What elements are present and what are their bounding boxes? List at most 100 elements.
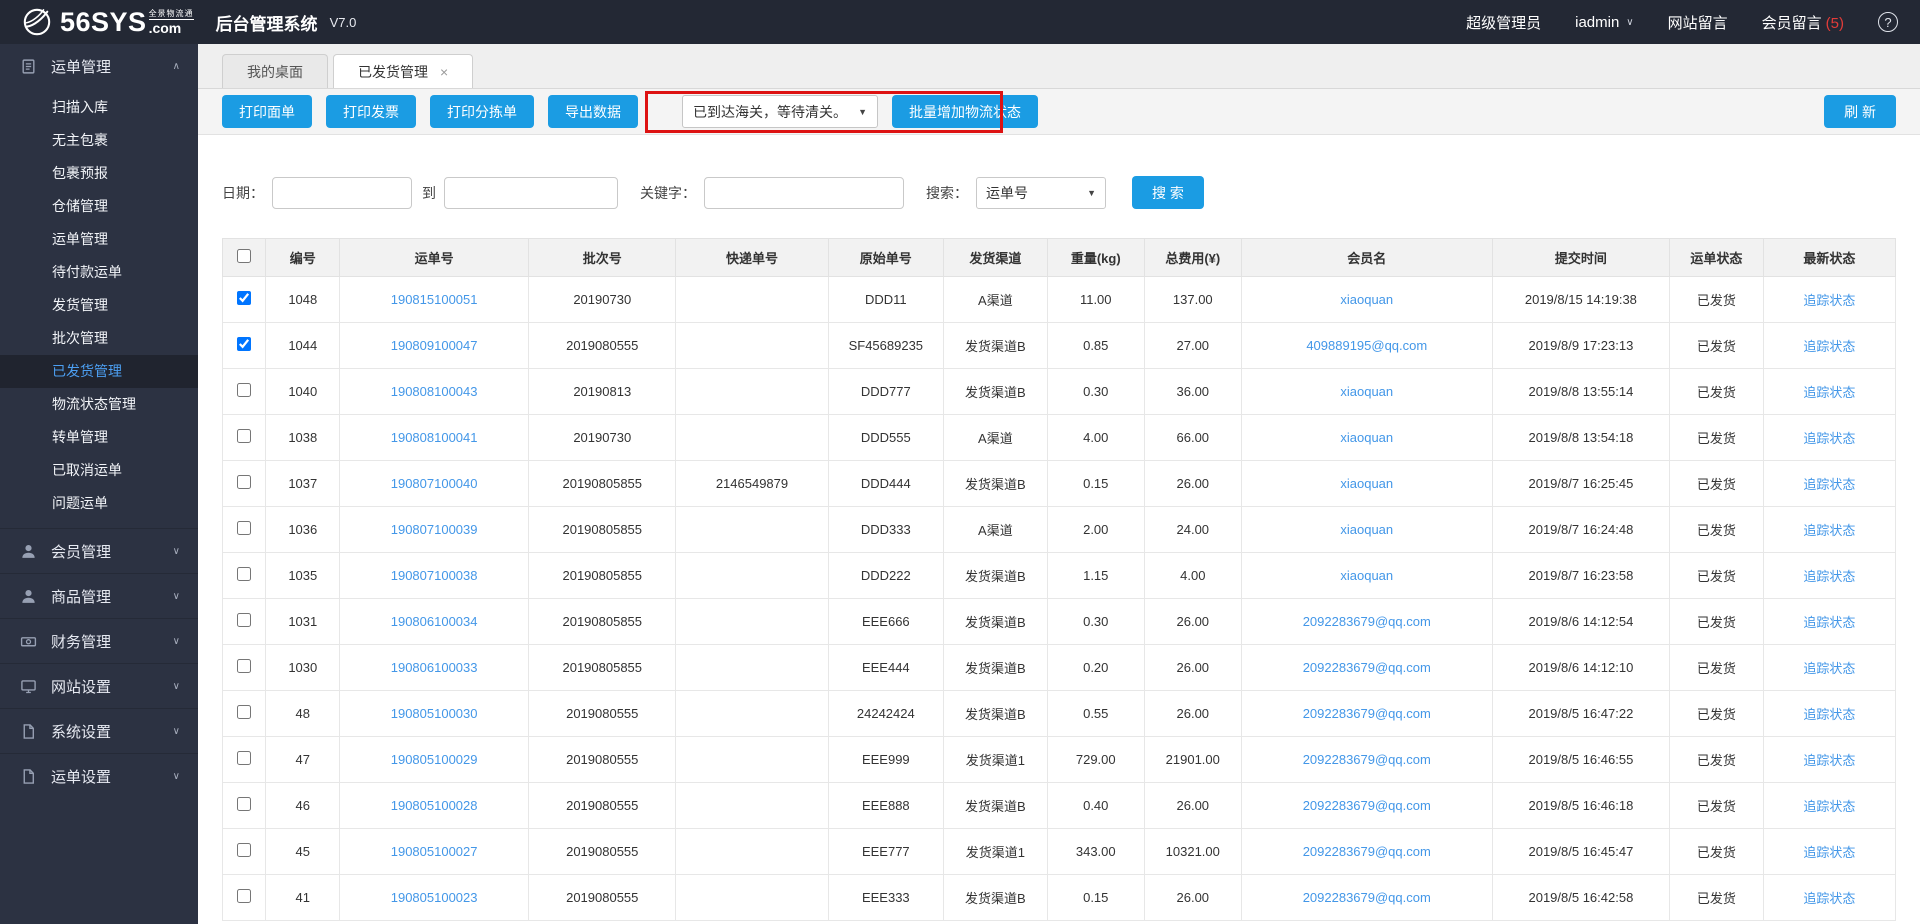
row-checkbox[interactable] [237, 705, 252, 719]
waybill-link[interactable]: 190807100038 [391, 568, 478, 583]
member-link[interactable]: 2092283679@qq.com [1303, 660, 1431, 675]
tracking-link[interactable]: 追踪状态 [1803, 385, 1855, 400]
tab-已发货管理[interactable]: 已发货管理 × [333, 54, 474, 88]
refresh-button[interactable]: 刷 新 [1824, 95, 1896, 128]
waybill-link[interactable]: 190806100034 [391, 614, 478, 629]
cell-submit-time: 2019/8/6 14:12:54 [1491, 598, 1671, 645]
row-checkbox[interactable] [237, 613, 252, 627]
member-link[interactable]: 2092283679@qq.com [1303, 890, 1431, 905]
row-checkbox[interactable] [237, 843, 252, 857]
sidebar-item[interactable]: 运单管理 [0, 223, 198, 256]
toolbar-button[interactable]: 打印分拣单 [430, 95, 534, 128]
sidebar-item[interactable]: 仓储管理 [0, 190, 198, 223]
search-button[interactable]: 搜 索 [1132, 176, 1204, 209]
member-link[interactable]: xiaoquan [1340, 292, 1393, 307]
row-checkbox[interactable] [237, 475, 252, 489]
tracking-link[interactable]: 追踪状态 [1803, 339, 1855, 354]
sidebar-item[interactable]: 已取消运单 [0, 454, 198, 487]
row-checkbox[interactable] [237, 889, 252, 903]
member-link[interactable]: xiaoquan [1340, 568, 1393, 583]
tracking-link[interactable]: 追踪状态 [1803, 523, 1855, 538]
tracking-link[interactable]: 追踪状态 [1803, 293, 1855, 308]
date-from-input[interactable] [272, 176, 412, 209]
sidebar-item[interactable]: 批次管理 [0, 322, 198, 355]
member-link[interactable]: 2092283679@qq.com [1303, 614, 1431, 629]
close-icon[interactable]: × [440, 65, 448, 79]
sidebar-item[interactable]: 扫描入库 [0, 91, 198, 124]
row-checkbox[interactable] [237, 797, 252, 811]
waybill-link[interactable]: 190805100028 [391, 798, 478, 813]
waybill-link[interactable]: 190807100040 [391, 476, 478, 491]
row-checkbox[interactable] [237, 751, 252, 765]
tracking-link[interactable]: 追踪状态 [1803, 845, 1855, 860]
sidebar-group-header-site-settings[interactable]: 网站设置 ∨ [0, 663, 198, 708]
tracking-link[interactable]: 追踪状态 [1803, 753, 1855, 768]
sidebar-item[interactable]: 物流状态管理 [0, 388, 198, 421]
select-all-checkbox[interactable] [237, 249, 252, 263]
sidebar-item[interactable]: 包裹预报 [0, 157, 198, 190]
logistics-status-select[interactable]: 已到达海关，等待清关。 ▼ [682, 95, 878, 128]
sidebar-group-header-waybill-settings[interactable]: 运单设置 ∨ [0, 753, 198, 798]
sidebar-item[interactable]: 发货管理 [0, 289, 198, 322]
tracking-link[interactable]: 追踪状态 [1803, 891, 1855, 906]
sidebar-group-header-finance-management[interactable]: 财务管理 ∨ [0, 618, 198, 663]
row-checkbox[interactable] [237, 659, 252, 673]
date-to-input[interactable] [444, 176, 618, 209]
toolbar: 打印面单 打印发票 打印分拣单 导出数据 已到达海关，等待清关。 ▼ 批量增加物流状态… [198, 89, 1920, 135]
member-link[interactable]: 2092283679@qq.com [1303, 706, 1431, 721]
member-link[interactable]: xiaoquan [1340, 430, 1393, 445]
waybill-link[interactable]: 190807100039 [391, 522, 478, 537]
member-link[interactable]: 2092283679@qq.com [1303, 798, 1431, 813]
tracking-link[interactable]: 追踪状态 [1803, 477, 1855, 492]
user-menu[interactable]: iadmin ∨ [1575, 14, 1634, 31]
member-link[interactable]: 2092283679@qq.com [1303, 752, 1431, 767]
row-checkbox[interactable] [237, 337, 252, 351]
sidebar-item[interactable]: 无主包裹 [0, 124, 198, 157]
row-checkbox[interactable] [237, 383, 252, 397]
search-type-select[interactable]: 运单号 ▼ [976, 176, 1106, 209]
member-link[interactable]: 409889195@qq.com [1306, 338, 1427, 353]
sidebar-group-header-product-management[interactable]: 商品管理 ∨ [0, 573, 198, 618]
sidebar-item[interactable]: 已发货管理 [0, 355, 198, 388]
waybill-link[interactable]: 190815100051 [391, 292, 478, 307]
waybill-link[interactable]: 190805100029 [391, 752, 478, 767]
tracking-link[interactable]: 追踪状态 [1803, 569, 1855, 584]
waybill-link[interactable]: 190806100033 [391, 660, 478, 675]
toolbar-button[interactable]: 导出数据 [548, 95, 638, 128]
member-link[interactable]: xiaoquan [1340, 384, 1393, 399]
waybill-link[interactable]: 190805100027 [391, 844, 478, 859]
toolbar-button[interactable]: 打印发票 [326, 95, 416, 128]
chevron-down-icon: ∨ [172, 545, 180, 557]
tracking-link[interactable]: 追踪状态 [1803, 661, 1855, 676]
waybill-link[interactable]: 190808100041 [391, 430, 478, 445]
batch-add-status-button[interactable]: 批量增加物流状态 [892, 95, 1038, 128]
tracking-link[interactable]: 追踪状态 [1803, 431, 1855, 446]
help-icon[interactable]: ? [1878, 12, 1898, 32]
row-checkbox[interactable] [237, 429, 252, 443]
sidebar-group-header-waybill-management[interactable]: 运单管理 ∧ [0, 44, 198, 89]
member-messages-link[interactable]: 会员留言 (5) [1762, 12, 1844, 33]
logistics-status-value: 已到达海关，等待清关。 [693, 103, 847, 120]
sidebar-item[interactable]: 问题运单 [0, 487, 198, 520]
sidebar-group-header-system-settings[interactable]: 系统设置 ∨ [0, 708, 198, 753]
waybill-link[interactable]: 190805100023 [391, 890, 478, 905]
keyword-input[interactable] [704, 176, 904, 209]
row-checkbox[interactable] [237, 521, 252, 535]
sidebar-item[interactable]: 转单管理 [0, 421, 198, 454]
row-checkbox[interactable] [237, 567, 252, 581]
tracking-link[interactable]: 追踪状态 [1803, 707, 1855, 722]
tracking-link[interactable]: 追踪状态 [1803, 799, 1855, 814]
waybill-link[interactable]: 190809100047 [391, 338, 478, 353]
row-checkbox[interactable] [237, 291, 252, 305]
sidebar-group-header-member-management[interactable]: 会员管理 ∨ [0, 528, 198, 573]
waybill-link[interactable]: 190805100030 [391, 706, 478, 721]
member-link[interactable]: 2092283679@qq.com [1303, 844, 1431, 859]
sidebar-item[interactable]: 待付款运单 [0, 256, 198, 289]
member-link[interactable]: xiaoquan [1340, 522, 1393, 537]
toolbar-button[interactable]: 打印面单 [222, 95, 312, 128]
member-link[interactable]: xiaoquan [1340, 476, 1393, 491]
waybill-link[interactable]: 190808100043 [391, 384, 478, 399]
tab-我的桌面[interactable]: 我的桌面 [222, 54, 328, 88]
site-messages-link[interactable]: 网站留言 [1668, 12, 1728, 33]
tracking-link[interactable]: 追踪状态 [1803, 615, 1855, 630]
